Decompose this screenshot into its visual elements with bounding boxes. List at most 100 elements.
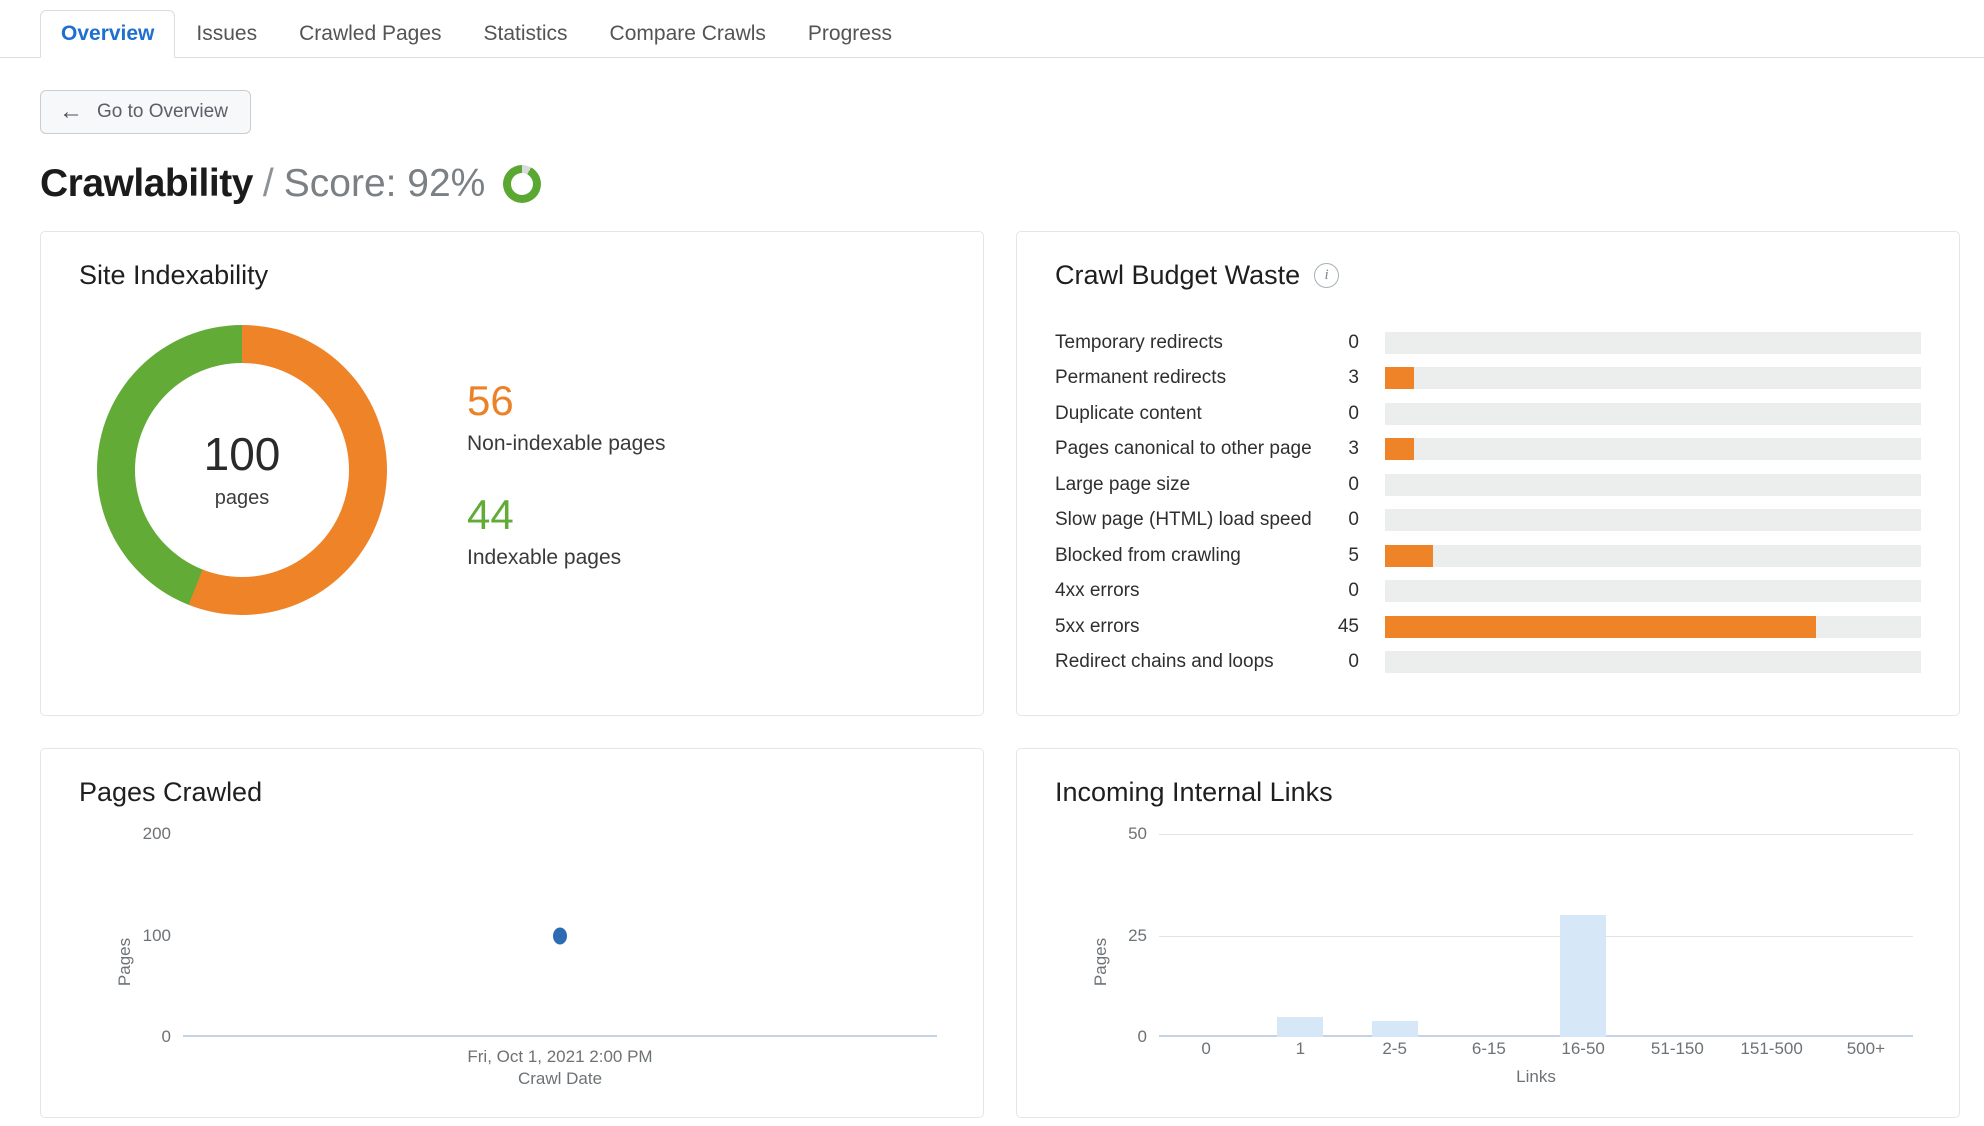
data-point[interactable] [553, 927, 567, 944]
links-x-axis-title: Links [1516, 1067, 1556, 1086]
site-indexability-title: Site Indexability [79, 260, 269, 290]
bar-slot [1159, 834, 1253, 1037]
crawl-budget-waste-row[interactable]: Duplicate content 0 [1055, 396, 1921, 432]
crawl-budget-waste-bar-track [1385, 580, 1921, 603]
legend-spacer [467, 456, 665, 494]
go-to-overview-label: Go to Overview [97, 101, 228, 122]
crawl-budget-waste-row[interactable]: Blocked from crawling 5 [1055, 538, 1921, 574]
tab-issues[interactable]: Issues [175, 10, 278, 58]
indexable-value: 44 [467, 491, 514, 538]
y-tick-label: 200 [142, 824, 171, 843]
info-icon[interactable]: i [1314, 263, 1340, 288]
crawl-budget-waste-row[interactable]: Permanent redirects 3 [1055, 361, 1921, 397]
crawl-budget-waste-row-value: 0 [1348, 509, 1359, 531]
crawl-budget-waste-row-label: Large page size [1055, 473, 1191, 495]
bar-slot [1253, 834, 1347, 1037]
left-arrow-icon: ← [59, 98, 83, 125]
page-title-main: Crawlability [40, 162, 253, 205]
bar-slot [1630, 834, 1724, 1037]
crawl-budget-waste-row[interactable]: 5xx errors 45 [1055, 609, 1921, 645]
x-tick-label: 6-15 [1471, 1039, 1506, 1058]
non-indexable-value: 56 [467, 377, 514, 424]
links-plot [1159, 834, 1913, 1037]
x-tick-label: 500+ [1846, 1039, 1886, 1058]
pages-crawled-y-ticks: 0 100 200 [119, 824, 171, 1089]
crawl-budget-waste-row[interactable]: Slow page (HTML) load speed 0 [1055, 503, 1921, 539]
crawl-budget-waste-bar-fill [1385, 615, 1816, 638]
donut-total-unit: pages [214, 486, 270, 509]
crawl-budget-waste-row-label: Pages canonical to other page [1055, 438, 1312, 460]
pages-crawled-x-tick-label: Fri, Oct 1, 2021 2:00 PM [467, 1047, 653, 1066]
go-to-overview-button[interactable]: ← Go to Overview [40, 90, 251, 134]
pages-crawled-plot [183, 834, 937, 1037]
crawl-budget-waste-row-label: Temporary redirects [1055, 331, 1223, 353]
crawl-budget-waste-row[interactable]: Large page size 0 [1055, 467, 1921, 503]
links-bars [1159, 834, 1913, 1037]
site-indexability-card: Site Indexability 100 pages 56 Non-index… [40, 231, 984, 716]
indexable-label: Indexable pages [467, 546, 622, 569]
bar[interactable] [1277, 1016, 1324, 1037]
crawl-budget-waste-row-label: Blocked from crawling [1055, 544, 1241, 566]
crawl-budget-waste-bar-track [1385, 473, 1921, 496]
y-tick-label: 25 [1128, 925, 1147, 945]
tab-crawled-pages[interactable]: Crawled Pages [278, 10, 462, 58]
donut-total-value: 100 [203, 428, 281, 481]
crawl-budget-waste-row[interactable]: Redirect chains and loops 0 [1055, 645, 1921, 681]
bar-slot [1536, 834, 1630, 1037]
links-y-ticks: 0 25 50 [1095, 824, 1147, 1089]
bar-slot [1819, 834, 1913, 1037]
indexability-legend: 56 Non-indexable pages 44 Indexable page… [467, 370, 665, 570]
bar-slot [1442, 834, 1536, 1037]
tab-progress[interactable]: Progress [787, 10, 913, 58]
x-tick-label: 51-150 [1650, 1039, 1704, 1058]
crawl-budget-waste-row-value: 0 [1348, 651, 1359, 673]
non-indexable-label: Non-indexable pages [467, 432, 666, 455]
title-separator: / [262, 162, 274, 205]
crawl-budget-waste-row-label: Duplicate content [1055, 402, 1202, 424]
y-tick-label: 100 [142, 925, 171, 945]
crawl-budget-waste-bar-track [1385, 544, 1921, 567]
x-tick-label: 1 [1295, 1039, 1306, 1058]
pages-crawled-card: Pages Crawled Pages 0 100 200 Fri, Oct 1, … [40, 748, 984, 1118]
tab-statistics[interactable]: Statistics [463, 10, 589, 58]
tab-bar: Overview Issues Crawled Pages Statistics… [0, 0, 1984, 58]
crawl-budget-waste-bar-track [1385, 402, 1921, 425]
incoming-internal-links-card: Incoming Internal Links Pages 0 25 50 0 1 2-… [1016, 748, 1960, 1118]
crawl-budget-waste-list: Temporary redirects 0 Permanent redirects 3… [1055, 325, 1921, 680]
crawl-budget-waste-row-label: Permanent redirects [1055, 367, 1227, 389]
pages-crawled-title: Pages Crawled [79, 777, 263, 807]
y-tick-label: 0 [1137, 1027, 1147, 1046]
bar[interactable] [1371, 1020, 1418, 1037]
crawl-budget-waste-row-value: 0 [1348, 331, 1359, 353]
crawl-budget-waste-bar-fill [1385, 438, 1414, 461]
y-tick-label: 0 [161, 1027, 171, 1046]
crawl-budget-waste-row-label: Slow page (HTML) load speed [1055, 509, 1312, 531]
incoming-internal-links-title: Incoming Internal Links [1055, 777, 1333, 807]
crawl-budget-waste-row[interactable]: Temporary redirects 0 [1055, 325, 1921, 361]
x-tick-label: 0 [1201, 1039, 1211, 1058]
donut-center-label: 100 pages [97, 325, 387, 615]
crawl-budget-waste-row[interactable]: Pages canonical to other page 3 [1055, 432, 1921, 468]
bar-slot [1725, 834, 1819, 1037]
crawl-budget-waste-row-value: 0 [1348, 580, 1359, 602]
crawl-budget-waste-row-value: 0 [1348, 402, 1359, 424]
crawl-budget-waste-card: Crawl Budget Waste i Temporary redirects… [1016, 231, 1960, 716]
tab-compare-crawls[interactable]: Compare Crawls [589, 10, 787, 58]
crawl-budget-waste-bar-track [1385, 331, 1921, 354]
links-x-tick-labels: 0 1 2-5 6-15 16-50 51-150 151-500 500+ [1159, 1039, 1913, 1059]
crawl-budget-waste-row[interactable]: 4xx errors 0 [1055, 574, 1921, 610]
y-tick-label: 50 [1128, 824, 1147, 843]
bar[interactable] [1560, 915, 1607, 1037]
pages-crawled-x-axis-line [183, 1035, 937, 1037]
crawl-budget-waste-bar-track [1385, 509, 1921, 532]
x-tick-label: 16-50 [1561, 1039, 1605, 1058]
crawl-budget-waste-title-row: Crawl Budget Waste i [1055, 260, 1921, 291]
crawl-budget-waste-row-value: 45 [1337, 615, 1359, 637]
crawl-budget-waste-row-value: 5 [1348, 544, 1359, 566]
crawl-budget-waste-bar-track [1385, 615, 1921, 638]
page-title: Crawlability / Score: 92% [40, 164, 1944, 203]
crawl-budget-waste-row-value: 3 [1348, 367, 1359, 389]
crawl-budget-waste-bar-track [1385, 651, 1921, 674]
dashboard-grid: Site Indexability 100 pages 56 Non-index… [40, 231, 1960, 1118]
tab-overview[interactable]: Overview [40, 10, 176, 58]
